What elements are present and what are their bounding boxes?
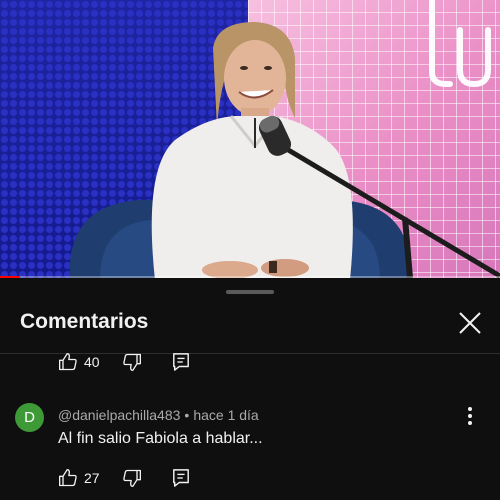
- comment-item: D @danielpachilla483 • hace 1 día Al fin s…: [0, 398, 500, 498]
- comment-text: Al fin salio Fabiola a hablar...: [58, 430, 263, 447]
- thumbs-down-icon: [122, 469, 141, 487]
- comment-actions: 27: [58, 467, 190, 489]
- reply-button[interactable]: [172, 468, 190, 488]
- drag-handle[interactable]: [226, 290, 274, 294]
- like-button[interactable]: 40: [58, 352, 100, 372]
- thumbs-up-icon: [59, 353, 77, 371]
- neon-sign: [429, 0, 491, 88]
- dislike-button[interactable]: [122, 352, 142, 372]
- microphone-stand: [258, 115, 500, 278]
- thumbs-up-icon: [59, 469, 77, 487]
- close-icon: [459, 312, 481, 334]
- reply-icon: [172, 469, 189, 487]
- comments-title: Comentarios: [20, 310, 149, 333]
- reply-button[interactable]: [172, 352, 190, 372]
- thumbs-down-icon: [122, 353, 141, 371]
- comments-panel: Comentarios 40 D @danielpachilla483 • ha…: [0, 280, 500, 500]
- video-player[interactable]: [0, 0, 500, 278]
- like-button[interactable]: 27: [58, 468, 100, 488]
- video-progress-fill: [0, 276, 20, 278]
- comment-author[interactable]: @danielpachilla483: [58, 407, 180, 423]
- reply-icon: [172, 353, 189, 371]
- like-count: 27: [84, 470, 100, 486]
- more-vert-icon: [468, 407, 472, 425]
- like-count: 40: [84, 354, 100, 370]
- avatar[interactable]: D: [15, 403, 44, 432]
- more-options-button[interactable]: [462, 404, 478, 428]
- comment-meta: @danielpachilla483 • hace 1 día: [58, 407, 259, 423]
- previous-comment-actions: 40: [58, 351, 190, 373]
- close-button[interactable]: [455, 308, 485, 338]
- video-progress-bar[interactable]: [0, 276, 500, 278]
- dislike-button[interactable]: [122, 468, 142, 488]
- meta-separator: •: [184, 407, 190, 423]
- comment-time: hace 1 día: [193, 407, 259, 423]
